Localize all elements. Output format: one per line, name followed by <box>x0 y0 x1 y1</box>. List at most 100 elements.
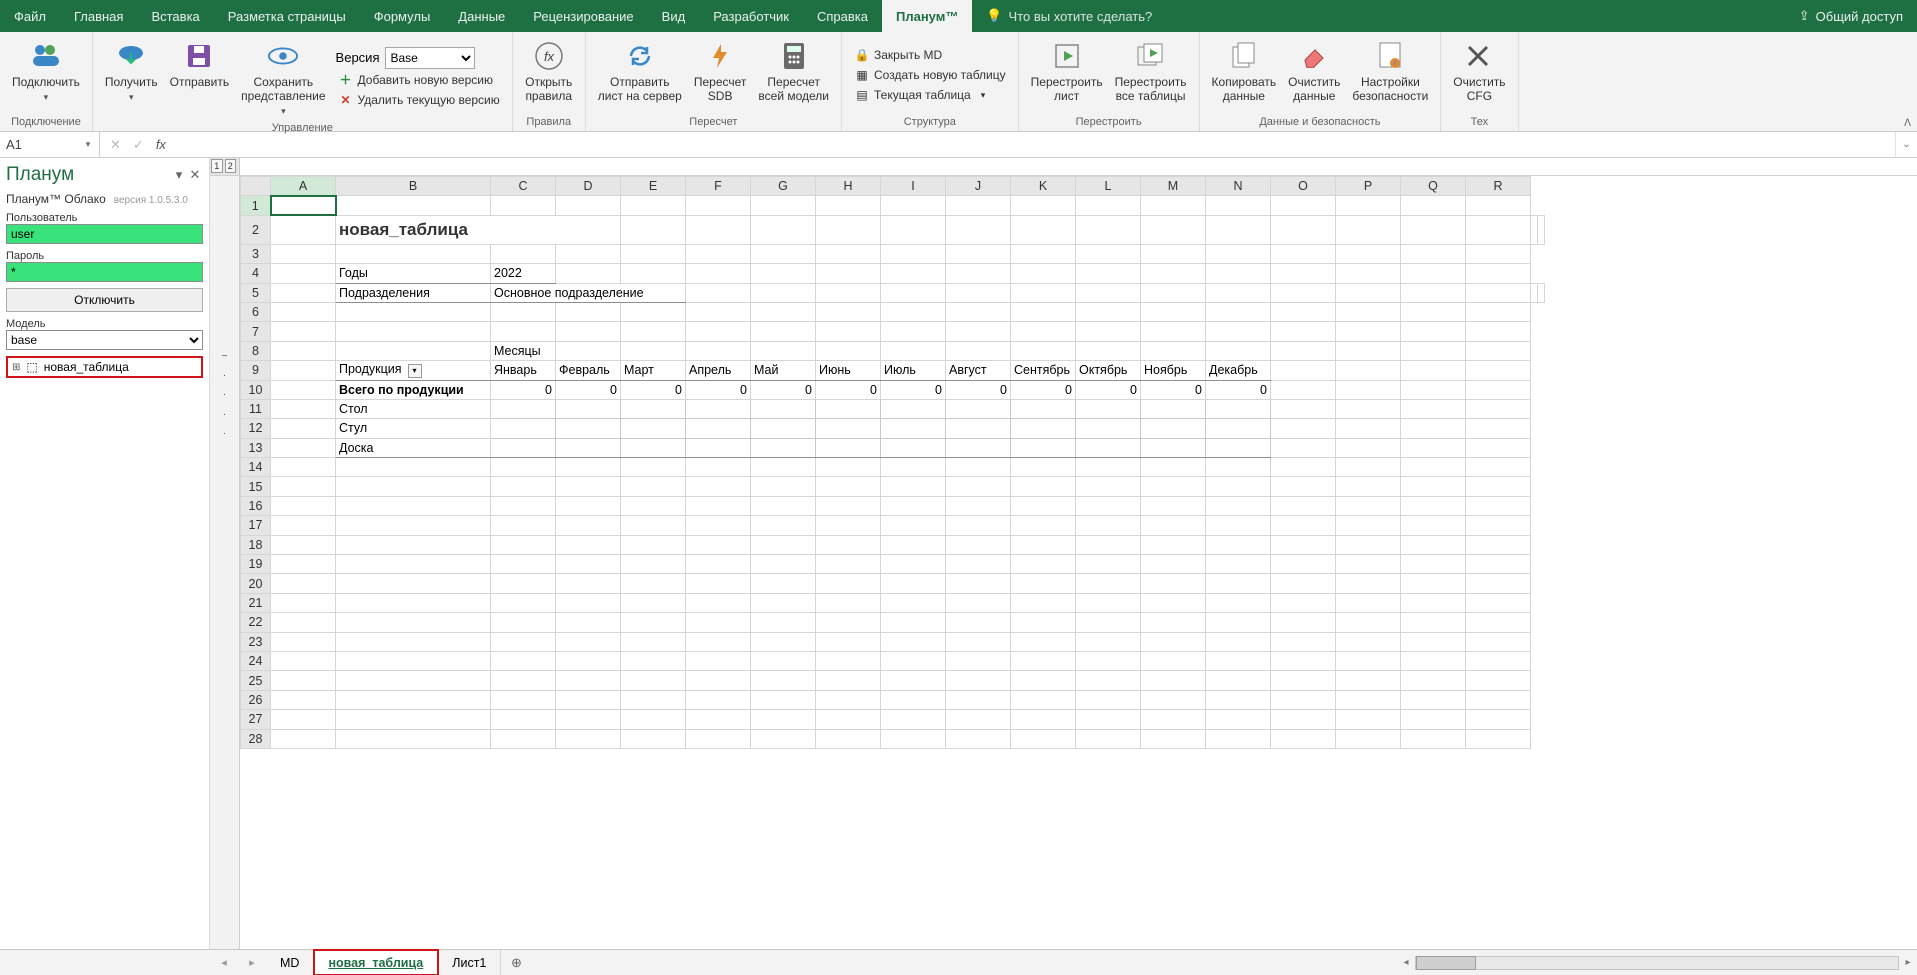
tab-Данные[interactable]: Данные <box>444 0 519 32</box>
row-header-11[interactable]: 11 <box>241 399 271 418</box>
cancel-formula-icon[interactable]: ✕ <box>110 137 121 153</box>
current-table-button[interactable]: ▤Текущая таблица▾ <box>852 86 1008 104</box>
tab-Разработчик[interactable]: Разработчик <box>699 0 803 32</box>
model-select[interactable]: base <box>6 330 203 350</box>
col-header-H[interactable]: H <box>816 177 881 196</box>
col-header-E[interactable]: E <box>621 177 686 196</box>
tree-item-new-table[interactable]: ⊞ ⬚ новая_таблица <box>6 356 203 378</box>
share-button[interactable]: ⇪ Общий доступ <box>1785 0 1917 32</box>
tab-Справка[interactable]: Справка <box>803 0 882 32</box>
row-header-5[interactable]: 5 <box>241 283 271 302</box>
row-header-7[interactable]: 7 <box>241 322 271 341</box>
tab-Формулы[interactable]: Формулы <box>360 0 445 32</box>
save-view-button[interactable]: Сохранить представление ▾ <box>235 36 331 120</box>
row-header-20[interactable]: 20 <box>241 574 271 593</box>
col-header-G[interactable]: G <box>751 177 816 196</box>
close-md-button[interactable]: 🔒Закрыть MD <box>852 46 1008 64</box>
col-header-N[interactable]: N <box>1206 177 1271 196</box>
row-header-16[interactable]: 16 <box>241 496 271 515</box>
row-header-12[interactable]: 12 <box>241 419 271 438</box>
tab-file[interactable]: Файл <box>0 0 60 32</box>
col-header-P[interactable]: P <box>1336 177 1401 196</box>
row-header-19[interactable]: 19 <box>241 555 271 574</box>
hscroll-right[interactable]: ▸ <box>1899 957 1917 968</box>
pane-menu-icon[interactable]: ▾ <box>171 167 187 183</box>
connect-button[interactable]: Подключить ▾ <box>6 36 86 114</box>
recalc-sdb-button[interactable]: Пересчет SDB <box>688 36 753 114</box>
accept-formula-icon[interactable]: ✓ <box>133 137 144 153</box>
col-header-Q[interactable]: Q <box>1401 177 1466 196</box>
col-header-O[interactable]: O <box>1271 177 1336 196</box>
tab-scroll-first[interactable]: ◂ <box>210 950 238 975</box>
col-header-J[interactable]: J <box>946 177 1011 196</box>
row-header-15[interactable]: 15 <box>241 477 271 496</box>
col-header-M[interactable]: M <box>1141 177 1206 196</box>
add-sheet-button[interactable]: ⊕ <box>501 950 531 975</box>
sheet-tab-Лист1[interactable]: Лист1 <box>438 950 501 975</box>
disconnect-button[interactable]: Отключить <box>6 288 203 312</box>
row-header-24[interactable]: 24 <box>241 651 271 670</box>
add-version-button[interactable]: ＋ Добавить новую версию <box>336 71 502 89</box>
spreadsheet-grid[interactable]: ABCDEFGHIJKLMNOPQR12новая_таблица34Годы2… <box>240 176 1545 749</box>
row-header-13[interactable]: 13 <box>241 438 271 457</box>
tab-Вставка[interactable]: Вставка <box>137 0 213 32</box>
fx-icon-small[interactable]: fx <box>156 137 166 152</box>
upload-sheet-button[interactable]: Отправить лист на сервер <box>592 36 688 114</box>
col-header-C[interactable]: C <box>491 177 556 196</box>
col-header-D[interactable]: D <box>556 177 621 196</box>
row-header-2[interactable]: 2 <box>241 215 271 244</box>
col-header-A[interactable]: A <box>271 177 336 196</box>
recalc-model-button[interactable]: Пересчет всей модели <box>752 36 835 114</box>
tab-Главная[interactable]: Главная <box>60 0 137 32</box>
tab-Планум™[interactable]: Планум™ <box>882 0 972 32</box>
sheet-tab-MD[interactable]: MD <box>266 950 314 975</box>
outline-collapse-9[interactable]: − <box>210 351 239 370</box>
copy-data-button[interactable]: Копировать данные <box>1206 36 1283 114</box>
col-header-B[interactable]: B <box>336 177 491 196</box>
tab-Вид[interactable]: Вид <box>648 0 700 32</box>
col-header-L[interactable]: L <box>1076 177 1141 196</box>
row-header-8[interactable]: 8 <box>241 341 271 360</box>
expand-formula-bar[interactable]: ⌄ <box>1895 132 1917 157</box>
horizontal-scrollbar[interactable]: ◂ ▸ <box>1397 950 1917 975</box>
row-header-4[interactable]: 4 <box>241 264 271 283</box>
row-header-3[interactable]: 3 <box>241 244 271 263</box>
tab-Рецензирование[interactable]: Рецензирование <box>519 0 647 32</box>
tree-expand-icon[interactable]: ⊞ <box>12 362 20 373</box>
get-button[interactable]: Получить ▾ <box>99 36 164 120</box>
col-header-I[interactable]: I <box>881 177 946 196</box>
row-header-26[interactable]: 26 <box>241 690 271 709</box>
col-header-K[interactable]: K <box>1011 177 1076 196</box>
filter-button[interactable]: ▾ <box>408 364 422 378</box>
open-rules-button[interactable]: fx Открыть правила <box>519 36 579 114</box>
password-input[interactable] <box>6 262 203 282</box>
tell-me[interactable]: 💡 Что вы хотите сделать? <box>972 0 1166 32</box>
rebuild-all-button[interactable]: Перестроить все таблицы <box>1109 36 1193 114</box>
new-table-button[interactable]: ▦Создать новую таблицу <box>852 66 1008 84</box>
pane-close-icon[interactable]: ✕ <box>187 167 203 183</box>
row-header-9[interactable]: 9 <box>241 361 271 380</box>
outline-level-1[interactable]: 1 <box>211 159 223 173</box>
version-select[interactable]: Base <box>385 47 475 69</box>
hscroll-left[interactable]: ◂ <box>1397 957 1415 968</box>
row-header-17[interactable]: 17 <box>241 516 271 535</box>
send-button[interactable]: Отправить <box>164 36 236 120</box>
row-header-6[interactable]: 6 <box>241 302 271 321</box>
row-header-27[interactable]: 27 <box>241 710 271 729</box>
row-header-28[interactable]: 28 <box>241 729 271 748</box>
collapse-ribbon-button[interactable]: ᐱ <box>1904 118 1911 129</box>
row-header-25[interactable]: 25 <box>241 671 271 690</box>
delete-version-button[interactable]: ✕ Удалить текущую версию <box>336 91 502 109</box>
row-header-10[interactable]: 10 <box>241 380 271 399</box>
row-header-18[interactable]: 18 <box>241 535 271 554</box>
outline-level-2[interactable]: 2 <box>225 159 237 173</box>
row-header-14[interactable]: 14 <box>241 458 271 477</box>
sheet-tab-новая_таблица[interactable]: новая_таблица <box>314 950 438 975</box>
row-header-23[interactable]: 23 <box>241 632 271 651</box>
clear-data-button[interactable]: Очистить данные <box>1282 36 1346 114</box>
row-header-1[interactable]: 1 <box>241 196 271 215</box>
clear-cfg-button[interactable]: Очистить CFG <box>1447 36 1511 114</box>
col-header-F[interactable]: F <box>686 177 751 196</box>
tab-Разметка страницы[interactable]: Разметка страницы <box>214 0 360 32</box>
security-button[interactable]: Настройки безопасности <box>1346 36 1434 114</box>
